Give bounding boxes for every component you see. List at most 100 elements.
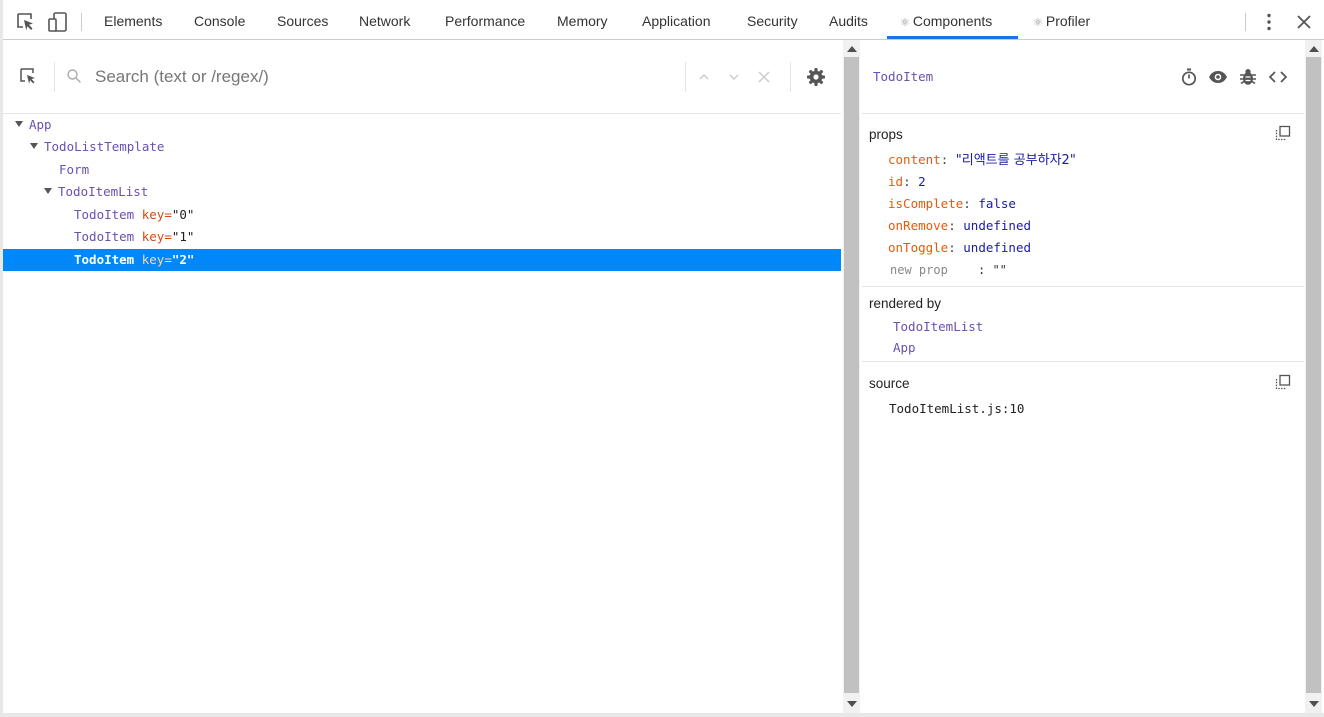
key-label: key [141, 252, 165, 267]
section-divider [862, 286, 1304, 287]
prop-key: isComplete [888, 196, 964, 211]
prop-value[interactable]: "리액트를 공부하자2" [956, 153, 1076, 168]
settings-gear-icon[interactable] [806, 67, 826, 87]
tab-network[interactable]: Network [359, 3, 410, 39]
select-element-icon[interactable] [19, 67, 39, 87]
more-options-icon[interactable] [1258, 11, 1280, 33]
eye-icon[interactable] [1208, 67, 1228, 87]
component-name: Form [59, 162, 90, 177]
toolbar-separator [1245, 13, 1246, 31]
device-toolbar-icon[interactable] [47, 11, 69, 33]
new-prop-key-input[interactable]: new prop [890, 259, 978, 281]
tree-node-app[interactable]: App [3, 114, 841, 136]
tree-node-todoitem-0[interactable]: TodoItem key="0" [3, 204, 841, 226]
component-name: App [29, 117, 52, 132]
expand-triangle-icon[interactable] [44, 187, 52, 194]
search-separator [790, 62, 791, 92]
bug-icon[interactable] [1238, 67, 1258, 87]
next-result-icon[interactable] [727, 70, 741, 84]
inspector-header: TodoItem [862, 40, 1304, 114]
new-prop-value-input[interactable]: : "" [978, 263, 1007, 277]
tree-scrollbar[interactable] [843, 40, 860, 713]
react-atom-icon: ⚛ [900, 17, 910, 29]
previous-result-icon[interactable] [697, 70, 711, 84]
expand-triangle-icon[interactable] [30, 142, 38, 149]
scroll-up-arrow-icon[interactable] [1309, 46, 1319, 52]
search-icon [66, 68, 82, 84]
prop-row-onremove[interactable]: onRemove: undefined [888, 215, 1031, 237]
search-bar [3, 40, 841, 114]
tab-application[interactable]: Application [642, 3, 711, 39]
key-value: "1" [171, 229, 195, 244]
prop-row-content[interactable]: content: "리액트를 공부하자2" [888, 149, 1076, 171]
clear-search-icon[interactable] [757, 70, 771, 84]
scroll-up-arrow-icon[interactable] [847, 46, 857, 52]
prop-value[interactable]: false [978, 196, 1016, 211]
tab-components[interactable]: ⚛ Components [887, 3, 1018, 39]
component-name: TodoItem [74, 229, 135, 244]
prop-row-ontoggle[interactable]: onToggle: undefined [888, 237, 1031, 259]
tree-node-todoitem-1[interactable]: TodoItem key="1" [3, 226, 841, 248]
scrollbar-thumb[interactable] [1306, 57, 1321, 693]
key-value: "2" [171, 252, 195, 267]
inspect-element-icon[interactable] [15, 11, 37, 33]
tree-node-todoitemlist[interactable]: TodoItemList [3, 181, 841, 203]
window-bottom-edge [0, 713, 1324, 717]
scrollbar-thumb[interactable] [844, 57, 859, 693]
view-source-code-icon[interactable] [1268, 67, 1288, 87]
prop-value: undefined [963, 218, 1032, 233]
tab-profiler[interactable]: ⚛ Profiler [1033, 3, 1090, 39]
component-name: TodoListTemplate [44, 139, 165, 154]
prop-key: onRemove [888, 218, 949, 233]
react-atom-icon: ⚛ [1033, 17, 1043, 29]
prop-row-id[interactable]: id: 2 [888, 171, 926, 193]
search-input[interactable] [95, 64, 675, 90]
key-label: key [141, 207, 165, 222]
stopwatch-icon[interactable] [1179, 67, 1199, 87]
prop-value[interactable]: 2 [918, 174, 926, 189]
inspector-panel: TodoItem props content: "리액트를 공부하자2" id:… [862, 40, 1304, 713]
toolbar-separator [81, 13, 82, 31]
source-section-title: source [869, 376, 910, 391]
rendered-by-section-title: rendered by [869, 296, 942, 311]
source-location[interactable]: TodoItemList.js:10 [889, 398, 1024, 420]
rendered-by-owner-link[interactable]: App [893, 337, 916, 359]
scroll-down-arrow-icon[interactable] [847, 701, 857, 707]
tab-components-label: Components [912, 13, 993, 29]
prop-key: id [888, 174, 904, 189]
scroll-down-arrow-icon[interactable] [1309, 701, 1319, 707]
component-name: TodoItem [74, 207, 135, 222]
rendered-by-owner-link[interactable]: TodoItemList [893, 316, 983, 338]
new-prop-row[interactable]: new prop: "" [890, 259, 1007, 281]
tab-performance[interactable]: Performance [445, 3, 525, 39]
copy-source-icon[interactable] [1275, 374, 1291, 390]
close-devtools-icon[interactable] [1293, 11, 1315, 33]
prop-row-iscomplete[interactable]: isComplete: false [888, 193, 1016, 215]
inspector-scrollbar[interactable] [1305, 40, 1322, 713]
copy-props-icon[interactable] [1275, 125, 1291, 141]
tab-audits[interactable]: Audits [829, 3, 868, 39]
tree-node-form[interactable]: Form [3, 159, 841, 181]
props-section-title: props [869, 127, 903, 142]
tree-node-todoitem-2-selected[interactable]: TodoItem key="2" [3, 249, 841, 271]
selected-component-name: TodoItem [873, 69, 934, 84]
search-separator [685, 62, 686, 92]
tab-security[interactable]: Security [747, 3, 798, 39]
tree-node-todolisttemplate[interactable]: TodoListTemplate [3, 136, 841, 158]
expand-triangle-icon[interactable] [15, 120, 23, 127]
prop-key: onToggle [888, 240, 949, 255]
prop-value: undefined [963, 240, 1032, 255]
components-tree-panel: App TodoListTemplate Form TodoItemList T… [3, 40, 841, 713]
section-divider [862, 361, 1304, 362]
tab-sources[interactable]: Sources [277, 3, 328, 39]
tab-console[interactable]: Console [194, 3, 245, 39]
prop-key: content [888, 152, 941, 167]
key-label: key [141, 229, 165, 244]
search-separator [54, 62, 55, 92]
tab-elements[interactable]: Elements [104, 3, 162, 39]
component-name: TodoItemList [58, 184, 149, 199]
tab-profiler-label: Profiler [1045, 13, 1091, 29]
key-value: "0" [171, 207, 195, 222]
tab-memory[interactable]: Memory [557, 3, 608, 39]
devtools-toolbar: Elements Console Sources Network Perform… [3, 3, 1324, 40]
